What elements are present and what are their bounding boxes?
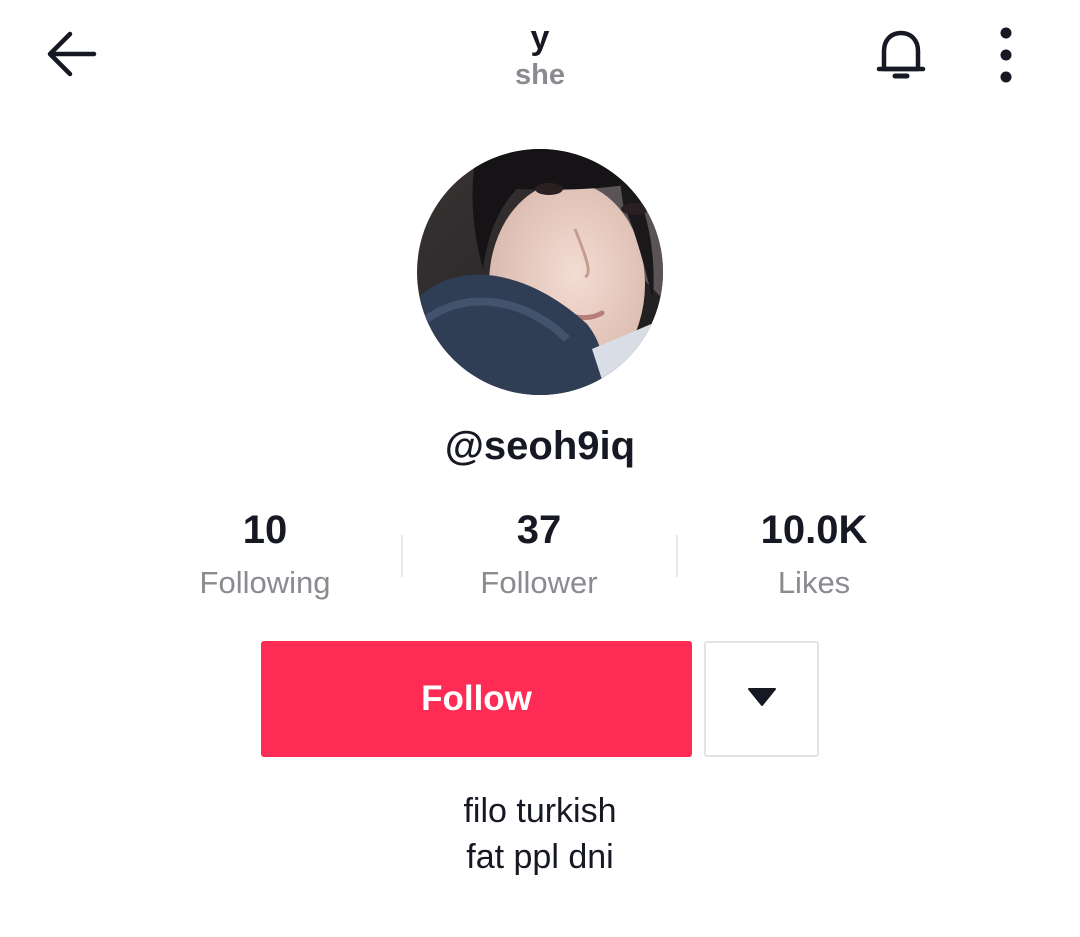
stat-divider: [676, 535, 678, 577]
follow-button[interactable]: Follow: [261, 641, 692, 757]
bio-line: filo turkish: [463, 792, 617, 830]
stat-label: Follower: [480, 565, 598, 600]
stat-value: 37: [516, 508, 562, 552]
stat-label: Following: [199, 565, 331, 600]
stat-value: 10: [242, 508, 288, 552]
bio-line: fat ppl dni: [466, 838, 614, 876]
stat-following[interactable]: 10 Following: [135, 505, 395, 603]
arrow-left-icon: [44, 29, 98, 84]
bell-icon: [874, 26, 928, 89]
vertical-dots-icon: [996, 27, 1016, 88]
stat-divider: [401, 535, 403, 577]
caret-down-icon: [747, 686, 777, 713]
username: @seoh9iq: [444, 424, 636, 468]
stat-label: Likes: [777, 565, 851, 600]
profile-title: y she: [340, 18, 740, 92]
stat-value: 10.0K: [760, 508, 868, 552]
pronouns: she: [515, 59, 565, 91]
back-button[interactable]: [36, 24, 106, 88]
avatar[interactable]: [417, 149, 663, 395]
bio: filo turkish fat ppl dni: [290, 788, 790, 880]
display-name: y: [530, 19, 550, 57]
top-bar: y she: [0, 0, 1080, 120]
more-options-button[interactable]: [978, 24, 1034, 90]
stat-follower[interactable]: 37 Follower: [409, 505, 669, 603]
stat-likes[interactable]: 10.0K Likes: [684, 505, 944, 603]
notification-bell-button[interactable]: [868, 24, 934, 90]
suggested-accounts-dropdown-button[interactable]: [704, 641, 819, 757]
